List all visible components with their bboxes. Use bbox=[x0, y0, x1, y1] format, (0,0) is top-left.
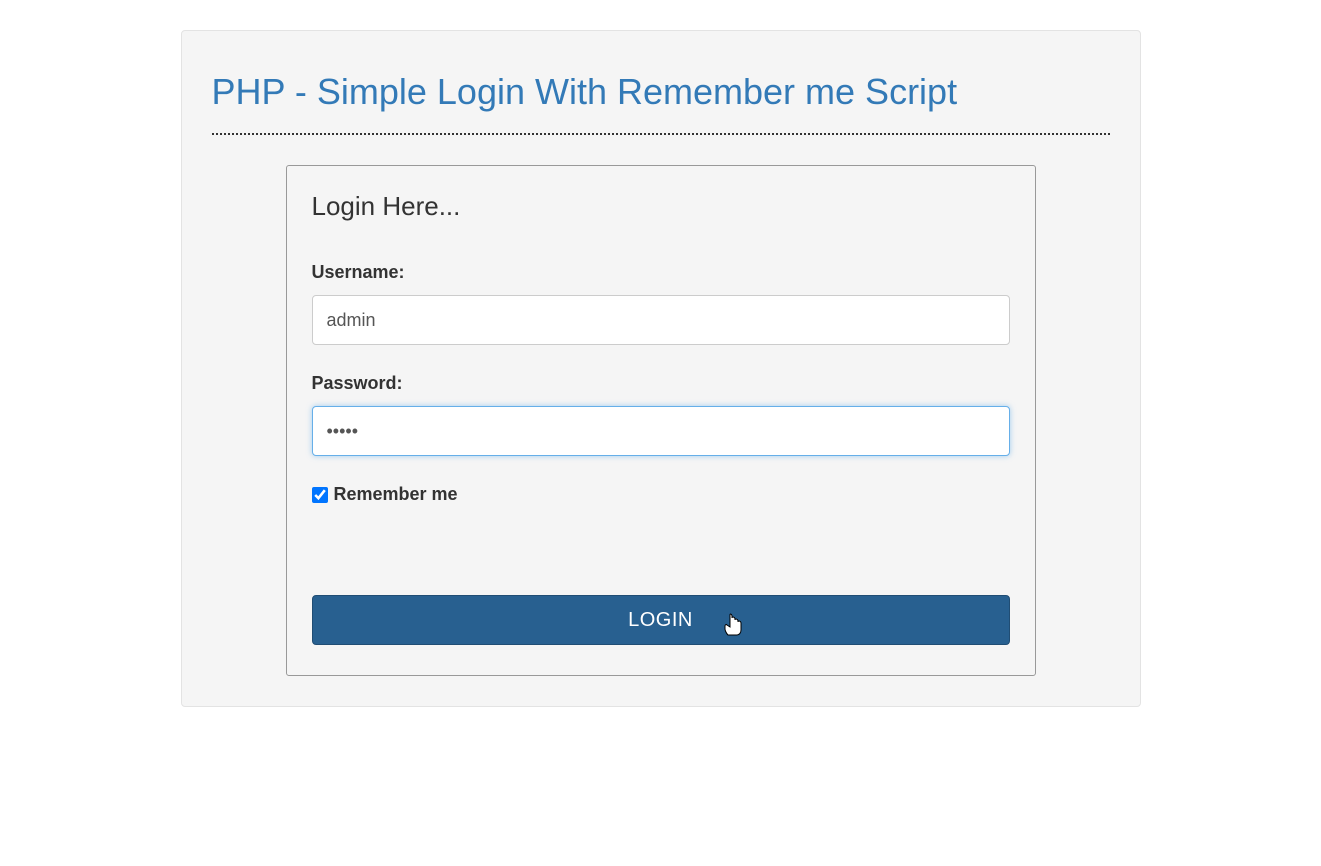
remember-row: Remember me bbox=[312, 484, 1010, 505]
cursor-pointer-icon bbox=[723, 613, 745, 645]
username-label: Username: bbox=[312, 262, 1010, 283]
page-title: PHP - Simple Login With Remember me Scri… bbox=[212, 71, 1110, 113]
username-input[interactable] bbox=[312, 295, 1010, 345]
login-panel: Login Here... Username: Password: Rememb… bbox=[286, 165, 1036, 676]
remember-label: Remember me bbox=[334, 484, 458, 505]
remember-checkbox[interactable] bbox=[312, 487, 328, 503]
password-label: Password: bbox=[312, 373, 1010, 394]
login-button-label: LOGIN bbox=[628, 609, 693, 631]
password-input[interactable] bbox=[312, 406, 1010, 456]
divider bbox=[212, 133, 1110, 135]
outer-panel: PHP - Simple Login With Remember me Scri… bbox=[181, 30, 1141, 707]
login-heading: Login Here... bbox=[312, 191, 1010, 222]
login-button[interactable]: LOGIN bbox=[312, 595, 1010, 645]
